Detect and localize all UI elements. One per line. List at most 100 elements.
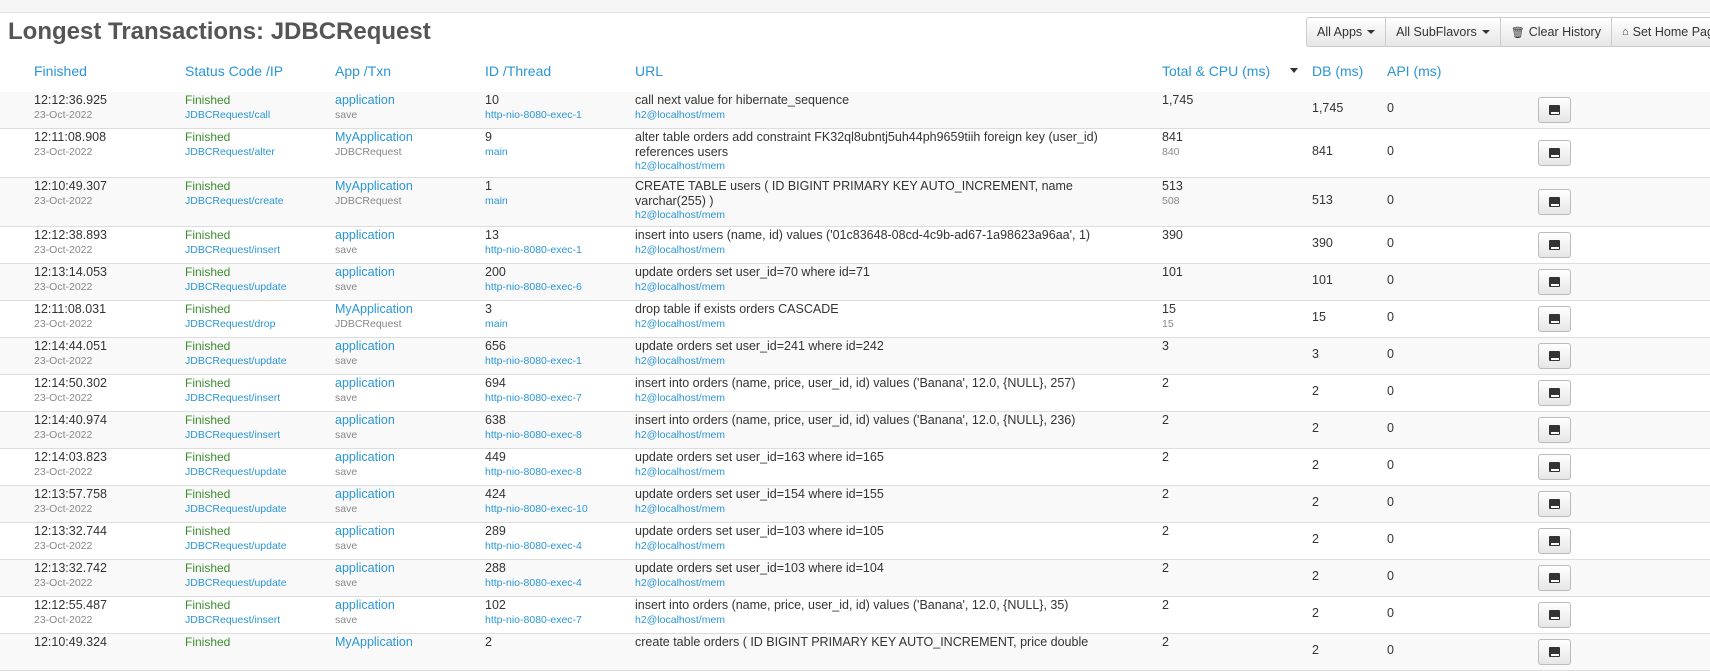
thread-link[interactable]: http-nio-8080-exec-1 — [485, 244, 582, 256]
request-link[interactable]: JDBCRequest/drop — [185, 318, 275, 330]
thread-link[interactable]: http-nio-8080-exec-10 — [485, 503, 588, 515]
column-header-id[interactable]: ID /Thread — [485, 63, 551, 79]
request-link[interactable]: JDBCRequest/update — [185, 577, 287, 589]
db-ms: 2 — [1312, 643, 1319, 657]
details-button[interactable] — [1538, 140, 1571, 166]
sort-desc-icon — [1290, 68, 1298, 73]
app-link[interactable]: application — [335, 487, 395, 501]
status-text: Finished — [185, 265, 231, 279]
thread-link[interactable]: http-nio-8080-exec-7 — [485, 392, 582, 404]
details-button[interactable] — [1538, 565, 1571, 591]
thread-link[interactable]: main — [485, 318, 508, 330]
details-button[interactable] — [1538, 491, 1571, 517]
details-button[interactable] — [1538, 189, 1571, 215]
request-link[interactable]: JDBCRequest/create — [185, 195, 284, 207]
thread-link[interactable]: http-nio-8080-exec-4 — [485, 540, 582, 552]
request-link[interactable]: JDBCRequest/update — [185, 466, 287, 478]
table-row: 12:12:38.893 23-Oct-2022 Finished JDBCRe… — [0, 227, 1710, 264]
app-link[interactable]: application — [335, 413, 395, 427]
details-button[interactable] — [1538, 269, 1571, 295]
app-link[interactable]: application — [335, 524, 395, 538]
column-header-total[interactable]: Total & CPU (ms) — [1162, 63, 1270, 79]
thread-link[interactable]: http-nio-8080-exec-8 — [485, 466, 582, 478]
url-sub-link[interactable]: h2@localhost/mem — [635, 614, 725, 626]
column-header-url[interactable]: URL — [635, 63, 663, 79]
thread-link[interactable]: http-nio-8080-exec-8 — [485, 429, 582, 441]
book-icon — [1549, 277, 1560, 287]
thread-link[interactable]: http-nio-8080-exec-6 — [485, 281, 582, 293]
request-link[interactable]: JDBCRequest/insert — [185, 614, 280, 626]
column-header-db[interactable]: DB (ms) — [1312, 63, 1363, 79]
table-row: 12:13:32.744 23-Oct-2022 Finished JDBCRe… — [0, 523, 1710, 560]
column-header-api[interactable]: API (ms) — [1387, 63, 1441, 79]
id-text: 424 — [485, 487, 506, 501]
url-sub-link[interactable]: h2@localhost/mem — [635, 160, 725, 172]
all-subflavors-dropdown[interactable]: All SubFlavors — [1385, 17, 1501, 47]
url-text: update orders set user_id=103 where id=1… — [635, 524, 884, 538]
request-link[interactable]: JDBCRequest/update — [185, 540, 287, 552]
details-button[interactable] — [1538, 639, 1571, 665]
details-button[interactable] — [1538, 380, 1571, 406]
set-home-page-button[interactable]: ⌂ Set Home Page — [1610, 17, 1710, 47]
app-link[interactable]: MyApplication — [335, 302, 413, 316]
thread-link[interactable]: main — [485, 146, 508, 158]
details-button[interactable] — [1538, 343, 1571, 369]
url-sub-link[interactable]: h2@localhost/mem — [635, 109, 725, 121]
url-sub-link[interactable]: h2@localhost/mem — [635, 281, 725, 293]
all-apps-dropdown[interactable]: All Apps — [1306, 17, 1387, 47]
app-link[interactable]: application — [335, 228, 395, 242]
url-sub-link[interactable]: h2@localhost/mem — [635, 318, 725, 330]
clear-history-button[interactable]: 🗑 Clear History — [1499, 17, 1612, 47]
app-link[interactable]: application — [335, 450, 395, 464]
app-link[interactable]: application — [335, 265, 395, 279]
app-link[interactable]: MyApplication — [335, 179, 413, 193]
request-link[interactable]: JDBCRequest/insert — [185, 429, 280, 441]
details-button[interactable] — [1538, 417, 1571, 443]
thread-link[interactable]: http-nio-8080-exec-1 — [485, 109, 582, 121]
request-link[interactable]: JDBCRequest/update — [185, 281, 287, 293]
url-sub-link[interactable]: h2@localhost/mem — [635, 209, 725, 221]
app-link[interactable]: application — [335, 339, 395, 353]
total-ms: 2 — [1162, 376, 1169, 390]
app-link[interactable]: MyApplication — [335, 635, 413, 649]
request-link[interactable]: JDBCRequest/alter — [185, 146, 275, 158]
details-button[interactable] — [1538, 602, 1571, 628]
url-sub-link[interactable]: h2@localhost/mem — [635, 429, 725, 441]
request-link[interactable]: JDBCRequest/call — [185, 109, 270, 121]
id-text: 638 — [485, 413, 506, 427]
request-link[interactable]: JDBCRequest/update — [185, 503, 287, 515]
details-button[interactable] — [1538, 232, 1571, 258]
url-sub-link[interactable]: h2@localhost/mem — [635, 503, 725, 515]
toolbar: All Apps All SubFlavors 🗑 Clear History … — [1306, 17, 1710, 47]
url-sub-link[interactable]: h2@localhost/mem — [635, 355, 725, 367]
request-link[interactable]: JDBCRequest/update — [185, 355, 287, 367]
app-link[interactable]: application — [335, 93, 395, 107]
column-header-status[interactable]: Status Code /IP — [185, 63, 283, 79]
column-header-app[interactable]: App /Txn — [335, 63, 391, 79]
app-link[interactable]: MyApplication — [335, 130, 413, 144]
column-header-finished[interactable]: Finished — [34, 63, 87, 79]
txn-text: save — [335, 466, 358, 478]
id-text: 200 — [485, 265, 506, 279]
details-button[interactable] — [1538, 306, 1571, 332]
url-sub-link[interactable]: h2@localhost/mem — [635, 540, 725, 552]
url-sub-link[interactable]: h2@localhost/mem — [635, 577, 725, 589]
app-link[interactable]: application — [335, 376, 395, 390]
details-button[interactable] — [1538, 454, 1571, 480]
thread-link[interactable]: http-nio-8080-exec-7 — [485, 614, 582, 626]
cpu-ms: 840 — [1162, 146, 1180, 158]
url-sub-link[interactable]: h2@localhost/mem — [635, 244, 725, 256]
url-sub-link[interactable]: h2@localhost/mem — [635, 392, 725, 404]
url-sub-link[interactable]: h2@localhost/mem — [635, 466, 725, 478]
details-button[interactable] — [1538, 528, 1571, 554]
app-link[interactable]: application — [335, 598, 395, 612]
thread-link[interactable]: http-nio-8080-exec-1 — [485, 355, 582, 367]
thread-link[interactable]: main — [485, 195, 508, 207]
request-link[interactable]: JDBCRequest/insert — [185, 392, 280, 404]
thread-link[interactable]: http-nio-8080-exec-4 — [485, 577, 582, 589]
request-link[interactable]: JDBCRequest/insert — [185, 244, 280, 256]
finished-date: 23-Oct-2022 — [34, 355, 93, 367]
details-button[interactable] — [1538, 97, 1571, 123]
book-icon — [1549, 573, 1560, 583]
app-link[interactable]: application — [335, 561, 395, 575]
